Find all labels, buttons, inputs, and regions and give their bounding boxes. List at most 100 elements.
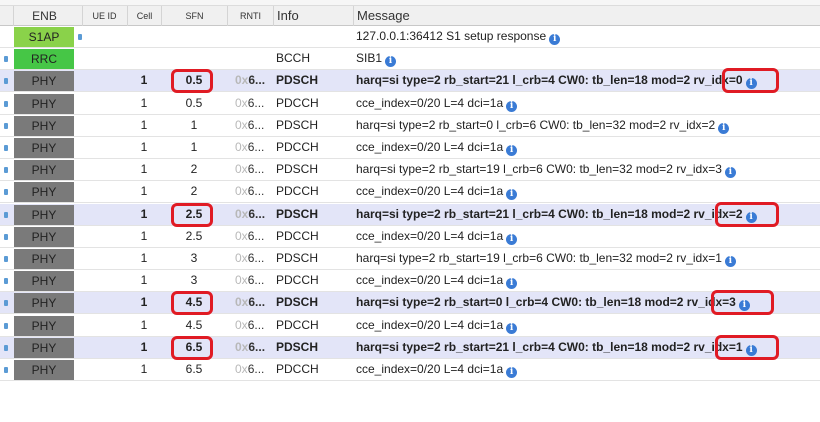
rnti-prefix: 0x bbox=[235, 118, 248, 132]
cell-value: 1 bbox=[140, 318, 148, 332]
message-content: cce_index=0/20 L=4 dci=1a bbox=[356, 273, 504, 287]
info-circle-icon[interactable]: i bbox=[738, 300, 750, 311]
info-value: PDSCH bbox=[276, 295, 319, 309]
log-row[interactable]: PHY 1 3 0x6... PDSCH harq=si type=2 rb_start=… bbox=[0, 248, 820, 270]
rnti-tail: 6... bbox=[247, 162, 265, 176]
sfn-value: 2 bbox=[190, 184, 198, 198]
log-row[interactable]: PHY 1 6.5 0x6... PDSCH harq=si type=2 rb_star… bbox=[0, 335, 820, 360]
rnti-tail: 6... bbox=[248, 295, 266, 309]
message-text: harq=si type=2 rb_start=19 l_crb=6 CW0: … bbox=[356, 159, 818, 180]
message-content: harq=si type=2 rb_start=21 l_crb=4 CW0: … bbox=[356, 340, 743, 354]
column-header-sfn[interactable]: SFN bbox=[161, 6, 227, 26]
enb-layer-badge: PHY bbox=[14, 316, 74, 336]
info-circle-icon[interactable]: i bbox=[745, 345, 757, 356]
row-marker-icon bbox=[4, 145, 8, 151]
message-text: harq=si type=2 rb_start=21 l_crb=4 CW0: … bbox=[356, 204, 818, 225]
log-row[interactable]: RRC BCCH SIB1 i bbox=[0, 48, 820, 70]
column-header-message[interactable]: Message bbox=[353, 6, 820, 26]
message-content: harq=si type=2 rb_start=19 l_crb=6 CW0: … bbox=[356, 251, 722, 265]
cell-value: 1 bbox=[140, 340, 148, 354]
info-circle-icon[interactable]: i bbox=[506, 189, 518, 200]
message-text: harq=si type=2 rb_start=19 l_crb=6 CW0: … bbox=[356, 248, 818, 269]
sfn-value: 1 bbox=[190, 118, 198, 132]
log-table-header: ENB UE ID Cell SFN RNTI Info Message bbox=[0, 6, 820, 26]
info-value: BCCH bbox=[276, 51, 311, 65]
info-circle-icon[interactable]: i bbox=[745, 78, 757, 89]
column-header-enb[interactable]: ENB bbox=[13, 6, 75, 26]
enb-layer-badge: PHY bbox=[14, 249, 74, 269]
rnti-tail: 6... bbox=[247, 318, 265, 332]
enb-layer-badge: PHY bbox=[14, 338, 74, 358]
message-content: harq=si type=2 rb_start=21 l_crb=4 CW0: … bbox=[356, 207, 743, 221]
enb-layer-badge: S1AP bbox=[14, 27, 74, 47]
message-text: harq=si type=2 rb_start=0 l_crb=4 CW0: t… bbox=[356, 292, 818, 313]
message-text: cce_index=0/20 L=4 dci=1a i bbox=[356, 226, 818, 247]
sfn-value: 4.5 bbox=[185, 318, 203, 332]
column-header-cell[interactable]: Cell bbox=[127, 6, 161, 26]
row-marker-icon bbox=[78, 34, 82, 40]
log-row[interactable]: PHY 1 4.5 0x6... PDSCH harq=si type=2 rb_star… bbox=[0, 290, 820, 315]
row-marker-icon bbox=[4, 189, 8, 195]
enb-layer-badge: PHY bbox=[14, 160, 74, 180]
rnti-value: 0x6... bbox=[227, 359, 273, 380]
log-row[interactable]: PHY 1 4.5 0x6... PDCCH cce_index=0/20 L=4 dci… bbox=[0, 315, 820, 337]
rnti-tail: 6... bbox=[247, 229, 265, 243]
rnti-tail: 6... bbox=[248, 73, 266, 87]
info-circle-icon[interactable]: i bbox=[506, 367, 518, 378]
rnti-value: 0x6... bbox=[227, 337, 273, 358]
rnti-prefix: 0x bbox=[235, 140, 248, 154]
column-header-info[interactable]: Info bbox=[273, 6, 353, 26]
rnti-tail: 6... bbox=[247, 273, 265, 287]
message-text: cce_index=0/20 L=4 dci=1a i bbox=[356, 270, 818, 291]
sfn-value bbox=[161, 48, 227, 69]
rnti-value: 0x6... bbox=[227, 292, 273, 313]
row-marker-icon bbox=[4, 234, 8, 240]
info-value: PDSCH bbox=[276, 251, 319, 265]
cell-value: 1 bbox=[140, 96, 148, 110]
rnti-tail: 6... bbox=[247, 184, 265, 198]
info-circle-icon[interactable]: i bbox=[506, 234, 518, 245]
info-circle-icon[interactable]: i bbox=[724, 256, 736, 267]
rnti-tail: 6... bbox=[247, 118, 265, 132]
log-row[interactable]: PHY 1 1 0x6... PDSCH harq=si type=2 rb_start=… bbox=[0, 115, 820, 137]
log-row[interactable]: PHY 1 2.5 0x6... PDSCH harq=si type=2 rb_star… bbox=[0, 202, 820, 227]
log-row[interactable]: PHY 1 1 0x6... PDCCH cce_index=0/20 L=4 dci=1… bbox=[0, 137, 820, 159]
column-header-ue-id[interactable]: UE ID bbox=[82, 6, 126, 26]
message-text: harq=si type=2 rb_start=21 l_crb=4 CW0: … bbox=[356, 337, 818, 358]
sfn-value: 3 bbox=[190, 251, 198, 265]
log-row[interactable]: PHY 1 0.5 0x6... PDSCH harq=si type=2 rb_star… bbox=[0, 68, 820, 93]
log-row[interactable]: PHY 1 2 0x6... PDSCH harq=si type=2 rb_start=… bbox=[0, 159, 820, 181]
message-content: harq=si type=2 rb_start=19 l_crb=6 CW0: … bbox=[356, 162, 722, 176]
message-text: cce_index=0/20 L=4 dci=1a i bbox=[356, 359, 818, 380]
log-row[interactable]: PHY 1 2.5 0x6... PDCCH cce_index=0/20 L=4 dci… bbox=[0, 226, 820, 248]
message-content: harq=si type=2 rb_start=21 l_crb=4 CW0: … bbox=[356, 73, 743, 87]
message-content: cce_index=0/20 L=4 dci=1a bbox=[356, 184, 504, 198]
cell-value: 1 bbox=[140, 140, 148, 154]
info-circle-icon[interactable]: i bbox=[385, 56, 397, 67]
info-circle-icon[interactable]: i bbox=[724, 167, 736, 178]
cell-value: 1 bbox=[140, 207, 148, 221]
info-circle-icon[interactable]: i bbox=[718, 123, 730, 134]
enb-layer-badge: PHY bbox=[14, 360, 74, 380]
info-circle-icon[interactable]: i bbox=[506, 323, 518, 334]
info-circle-icon[interactable]: i bbox=[506, 101, 518, 112]
cell-value: 1 bbox=[140, 118, 148, 132]
info-value: PDCCH bbox=[276, 140, 319, 154]
log-row[interactable]: PHY 1 2 0x6... PDCCH cce_index=0/20 L=4 dci=1… bbox=[0, 181, 820, 203]
cell-value: 1 bbox=[140, 73, 148, 87]
info-circle-icon[interactable]: i bbox=[506, 278, 518, 289]
message-content: cce_index=0/20 L=4 dci=1a bbox=[356, 318, 504, 332]
sfn-value: 3 bbox=[190, 273, 198, 287]
info-value: PDCCH bbox=[276, 273, 319, 287]
log-row[interactable]: PHY 1 6.5 0x6... PDCCH cce_index=0/20 L=4 dci… bbox=[0, 359, 820, 381]
info-circle-icon[interactable]: i bbox=[745, 212, 757, 223]
log-row[interactable]: PHY 1 0.5 0x6... PDCCH cce_index=0/20 L=4 dci… bbox=[0, 93, 820, 115]
info-circle-icon[interactable]: i bbox=[506, 145, 518, 156]
log-row[interactable]: S1AP 127.0.0.1:36412 S1 setup response i bbox=[0, 26, 820, 48]
message-text: cce_index=0/20 L=4 dci=1a i bbox=[356, 181, 818, 202]
row-marker-icon bbox=[4, 101, 8, 107]
info-value: PDSCH bbox=[276, 73, 319, 87]
log-row[interactable]: PHY 1 3 0x6... PDCCH cce_index=0/20 L=4 dci=1… bbox=[0, 270, 820, 292]
info-circle-icon[interactable]: i bbox=[549, 34, 561, 45]
column-header-rnti[interactable]: RNTI bbox=[227, 6, 273, 26]
